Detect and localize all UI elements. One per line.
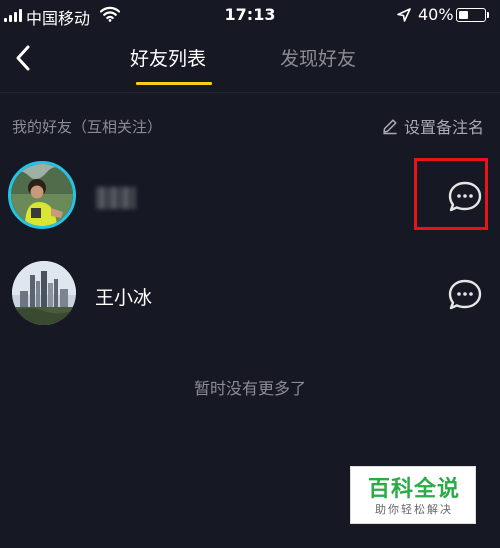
avatar[interactable]: [12, 261, 76, 325]
avatar-photo-child: [11, 164, 73, 226]
section-title-my-friends: 我的好友（互相关注）: [12, 118, 163, 136]
back-button[interactable]: [8, 40, 38, 76]
chat-button[interactable]: [445, 275, 485, 315]
chat-bubble-icon: [448, 279, 482, 310]
friend-name-obscured: [96, 187, 136, 209]
highlight-box: [414, 158, 488, 230]
status-bar: 中国移动 17:13 40%: [0, 0, 500, 30]
watermark-title: 百科全说: [367, 477, 460, 502]
watermark-subtitle: 助你轻松解决: [375, 503, 453, 516]
no-more-hint: 暂时没有更多了: [193, 379, 306, 398]
battery-icon: [456, 8, 486, 22]
chevron-left-icon: [16, 45, 30, 71]
avatar[interactable]: [8, 161, 76, 229]
avatar-photo-city: [12, 261, 76, 325]
set-remark-label: 设置备注名: [403, 118, 484, 137]
set-remark-button[interactable]: 设置备注名: [381, 114, 484, 138]
battery-level: [458, 10, 469, 19]
tab-discover-friends[interactable]: 发现好友: [280, 44, 356, 74]
friend-row[interactable]: 王小冰: [0, 255, 500, 335]
battery-percent: 40%: [418, 5, 454, 24]
watermark-logo: 百科全说 助你轻松解决: [350, 466, 476, 524]
active-tab-indicator: [136, 82, 212, 85]
nav-divider: [0, 92, 500, 93]
tab-friends-list[interactable]: 好友列表: [130, 44, 206, 74]
battery-nub: [487, 12, 489, 18]
friend-name: 王小冰: [95, 287, 153, 309]
pencil-icon: [383, 119, 397, 135]
location-arrow-icon: [396, 7, 412, 27]
